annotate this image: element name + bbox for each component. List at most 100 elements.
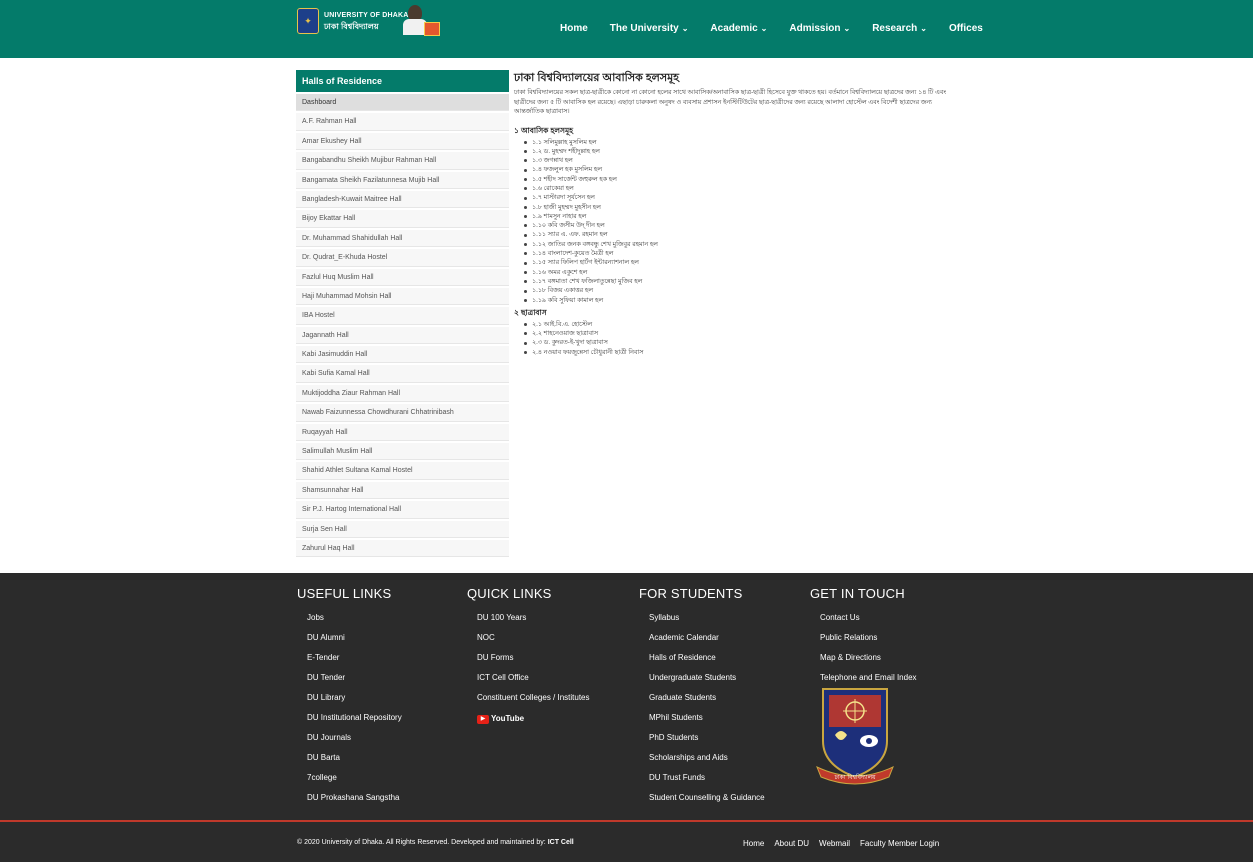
- sidebar-item-bangladesh-kuwait-maitree-hall[interactable]: Bangladesh-Kuwait Maitree Hall: [296, 190, 509, 211]
- sidebar-item-dr-qudrat-e-khuda-hostel[interactable]: Dr. Qudrat_E-Khuda Hostel: [296, 249, 509, 269]
- hostels-list: ২.১ আই.বি.এ. হোস্টেল ২.২ শাহনেওয়াজ ছাত্র…: [514, 320, 960, 357]
- footer-link-phd-students[interactable]: PhD Students: [649, 733, 765, 753]
- footer-link-list: Syllabus Academic Calendar Halls of Reside…: [639, 613, 765, 813]
- sidebar-item-a-f-rahman-hall[interactable]: A.F. Rahman Hall: [296, 113, 509, 133]
- footer-link-du-trust-funds[interactable]: DU Trust Funds: [649, 773, 765, 793]
- sidebar-item-dashboard[interactable]: Dashboard: [296, 94, 509, 114]
- list-item: ১.১৯ কবি সুফিয়া কামাল হল: [524, 296, 960, 305]
- bottom-link-about-du[interactable]: About DU: [774, 839, 809, 848]
- sidebar-item-bangabandhu-sheikh-mujibur-rahman-hall[interactable]: Bangabandhu Sheikh Mujibur Rahman Hall: [296, 152, 509, 172]
- footer-link-du-tender[interactable]: DU Tender: [307, 673, 402, 693]
- logo-text: UNIVERSITY OF DHAKA ঢাকা বিশ্ববিদ্যালয়: [324, 10, 409, 32]
- footer-link-student-counselling-guidance[interactable]: Student Counselling & Guidance: [649, 793, 765, 813]
- footer-link-map-directions[interactable]: Map & Directions: [820, 653, 917, 673]
- hostels-heading: ২ ছাত্রাবাস: [514, 307, 547, 317]
- sidebar-item-dr-muhammad-shahidullah-hall[interactable]: Dr. Muhammad Shahidullah Hall: [296, 229, 509, 250]
- footer-col-quick-links: QUICK LINKS DU 100 Years NOC DU Forms ICT C…: [467, 586, 590, 733]
- university-logo[interactable]: ✦ UNIVERSITY OF DHAKA ঢাকা বিশ্ববিদ্যালয…: [297, 6, 409, 36]
- nav-item-research[interactable]: Research ⌄: [872, 23, 927, 34]
- footer-link-jobs[interactable]: Jobs: [307, 613, 402, 633]
- footer-col-useful-links: USEFUL LINKS Jobs DU Alumni E-Tender DU Ten…: [297, 586, 402, 813]
- nav-item-label: Admission: [789, 23, 841, 34]
- sidebar-item-shamsunnahar-hall[interactable]: Shamsunnahar Hall: [296, 481, 509, 502]
- footer-link-constituent-colleges-institutes[interactable]: Constituent Colleges / Institutes: [477, 693, 590, 713]
- logo-text-english: UNIVERSITY OF DHAKA: [324, 12, 409, 19]
- footer-link-ict-cell-office[interactable]: ICT Cell Office: [477, 673, 590, 693]
- sidebar-item-ruqayyah-hall[interactable]: Ruqayyah Hall: [296, 423, 509, 444]
- emblem-caption: ঢাকা বিশ্ববিদ্যালয়: [833, 774, 876, 781]
- footer-link-public-relations[interactable]: Public Relations: [820, 633, 917, 653]
- intro-paragraph: ঢাকা বিশ্ববিদ্যালয়ের সকল ছাত্র-ছাত্রীকে…: [514, 89, 947, 115]
- footer-link-du-alumni[interactable]: DU Alumni: [307, 633, 402, 653]
- sidebar-item-iba-hostel[interactable]: IBA Hostel: [296, 307, 509, 327]
- founder-portrait-image: [402, 5, 440, 36]
- nav-item-admission[interactable]: Admission ⌄: [789, 23, 850, 34]
- list-item: ১.৫ শহীদ সার্জেন্ট জহুরুল হক হল: [524, 175, 960, 184]
- footer-heading: QUICK LINKS: [467, 586, 552, 601]
- footer-link-du-forms[interactable]: DU Forms: [477, 653, 590, 673]
- footer-heading: FOR STUDENTS: [639, 586, 743, 601]
- sidebar-item-kabi-sufia-kamal-hall[interactable]: Kabi Sufia Kamal Hall: [296, 365, 509, 385]
- nav-item-offices[interactable]: Offices: [949, 23, 983, 34]
- footer-link-du-journals[interactable]: DU Journals: [307, 733, 402, 753]
- logo-text-bangla: ঢাকা বিশ্ববিদ্যালয়: [324, 22, 379, 31]
- footer-link-du-barta[interactable]: DU Barta: [307, 753, 402, 773]
- footer-link-mphil-students[interactable]: MPhil Students: [649, 713, 765, 733]
- footer-link-undergraduate-students[interactable]: Undergraduate Students: [649, 673, 765, 693]
- footer-link-7college[interactable]: 7college: [307, 773, 402, 793]
- list-item: ২.১ আই.বি.এ. হোস্টেল: [524, 320, 960, 329]
- footer-link-syllabus[interactable]: Syllabus: [649, 613, 765, 633]
- sidebar-item-bijoy-ekattar-hall[interactable]: Bijoy Ekattar Hall: [296, 210, 509, 230]
- footer-link-du-100-years[interactable]: DU 100 Years: [477, 613, 590, 633]
- nav-item-the-university[interactable]: The University ⌄: [610, 23, 689, 34]
- sidebar-item-fazlul-huq-muslim-hall[interactable]: Fazlul Huq Muslim Hall: [296, 268, 509, 288]
- youtube-play-icon: ▶: [477, 714, 489, 724]
- sidebar-item-bangamata-sheikh-fazilatunnesa-mujib-hall[interactable]: Bangamata Sheikh Fazilatunnesa Mujib Hal…: [296, 171, 509, 191]
- sidebar-item-nawab-faizunnessa-chowdhurani-chhatrinibash[interactable]: Nawab Faizunnessa Chowdhurani Chhatrinib…: [296, 404, 509, 424]
- list-item: ১.২ ড. মুহম্মদ শহীদুল্লাহ হল: [524, 147, 960, 156]
- footer-link-du-library[interactable]: DU Library: [307, 693, 402, 713]
- footer-col-get-in-touch: GET IN TOUCH Contact Us Public Relations M…: [810, 586, 917, 693]
- list-item: ২.৪ নওয়াব ফয়জুন্নেসা চৌধুরানী ছাত্রী ন…: [524, 348, 960, 357]
- sidebar-item-kabi-jasimuddin-hall[interactable]: Kabi Jasimuddin Hall: [296, 346, 509, 366]
- list-item: ২.২ শাহনেওয়াজ ছাত্রাবাস: [524, 329, 960, 338]
- list-item: ১.৪ ফজলুল হক মুসলিম হল: [524, 165, 960, 174]
- halls-sidebar: Halls of Residence Dashboard A.F. Rahman …: [296, 70, 509, 560]
- youtube-link[interactable]: ▶ YouTube: [477, 713, 590, 733]
- site-header: ✦ UNIVERSITY OF DHAKA ঢাকা বিশ্ববিদ্যালয…: [0, 0, 1253, 58]
- sidebar-heading: Halls of Residence: [296, 70, 509, 92]
- nav-item-label: Academic: [710, 23, 758, 34]
- footer-link-e-tender[interactable]: E-Tender: [307, 653, 402, 673]
- footer-link-du-prokashana-sangstha[interactable]: DU Prokashana Sangstha: [307, 793, 402, 813]
- list-item: ১.১৭ বঙ্গমাতা শেখ ফজিলাতুন্নেছা মুজিব হল: [524, 277, 960, 286]
- list-item: ১.১২ জাতির জনক বঙ্গবন্ধু শেখ মুজিবুর রহম…: [524, 240, 960, 249]
- nav-item-home[interactable]: Home: [560, 23, 588, 34]
- list-item: ১.১০ কবি জসীম উদ্‌ দীন হল: [524, 221, 960, 230]
- footer-link-halls-of-residence[interactable]: Halls of Residence: [649, 653, 765, 673]
- sidebar-item-sir-p-j-hartog-international-hall[interactable]: Sir P.J. Hartog International Hall: [296, 501, 509, 521]
- bottom-link-faculty-member-login[interactable]: Faculty Member Login: [860, 839, 939, 848]
- bottom-link-webmail[interactable]: Webmail: [819, 839, 850, 848]
- footer-link-du-institutional-repository[interactable]: DU Institutional Repository: [307, 713, 402, 733]
- sidebar-item-salimullah-muslim-hall[interactable]: Salimullah Muslim Hall: [296, 443, 509, 463]
- footer-link-noc[interactable]: NOC: [477, 633, 590, 653]
- sidebar-item-zahurul-haq-hall[interactable]: Zahurul Haq Hall: [296, 539, 509, 560]
- sidebar-item-haji-muhammad-mohsin-hall[interactable]: Haji Muhammad Mohsin Hall: [296, 287, 509, 308]
- footer-link-graduate-students[interactable]: Graduate Students: [649, 693, 765, 713]
- sidebar-item-surja-sen-hall[interactable]: Surja Sen Hall: [296, 520, 509, 540]
- sidebar-item-jagannath-hall[interactable]: Jagannath Hall: [296, 326, 509, 347]
- university-emblem-icon: ঢাকা বিশ্ববিদ্যালয়: [816, 688, 894, 785]
- ict-cell-link[interactable]: ICT Cell: [548, 839, 574, 846]
- main-navigation: Home The University ⌄ Academic ⌄ Admission ⌄ Re…: [560, 23, 1005, 34]
- sidebar-item-shahid-athlet-sultana-kamal-hostel[interactable]: Shahid Athlet Sultana Kamal Hostel: [296, 462, 509, 482]
- nav-item-academic[interactable]: Academic ⌄: [710, 23, 767, 34]
- bottom-link-home[interactable]: Home: [743, 839, 764, 848]
- footer-link-academic-calendar[interactable]: Academic Calendar: [649, 633, 765, 653]
- main-content: ঢাকা বিশ্ববিদ্যালয়ের আবাসিক হলসমূহ ঢাকা…: [514, 69, 960, 357]
- footer-link-contact-us[interactable]: Contact Us: [820, 613, 917, 633]
- list-item: ১.১৪ বাংলাদেশ-কুয়েত মৈত্রী হল: [524, 249, 960, 258]
- sidebar-item-amar-ekushey-hall[interactable]: Amar Ekushey Hall: [296, 132, 509, 153]
- footer-link-scholarships-and-aids[interactable]: Scholarships and Aids: [649, 753, 765, 773]
- list-item: ১.১ সলিমুল্লাহ মুসলিম হল: [524, 138, 960, 147]
- sidebar-item-muktijoddha-ziaur-rahman-hall[interactable]: Muktijoddha Ziaur Rahman Hall: [296, 384, 509, 405]
